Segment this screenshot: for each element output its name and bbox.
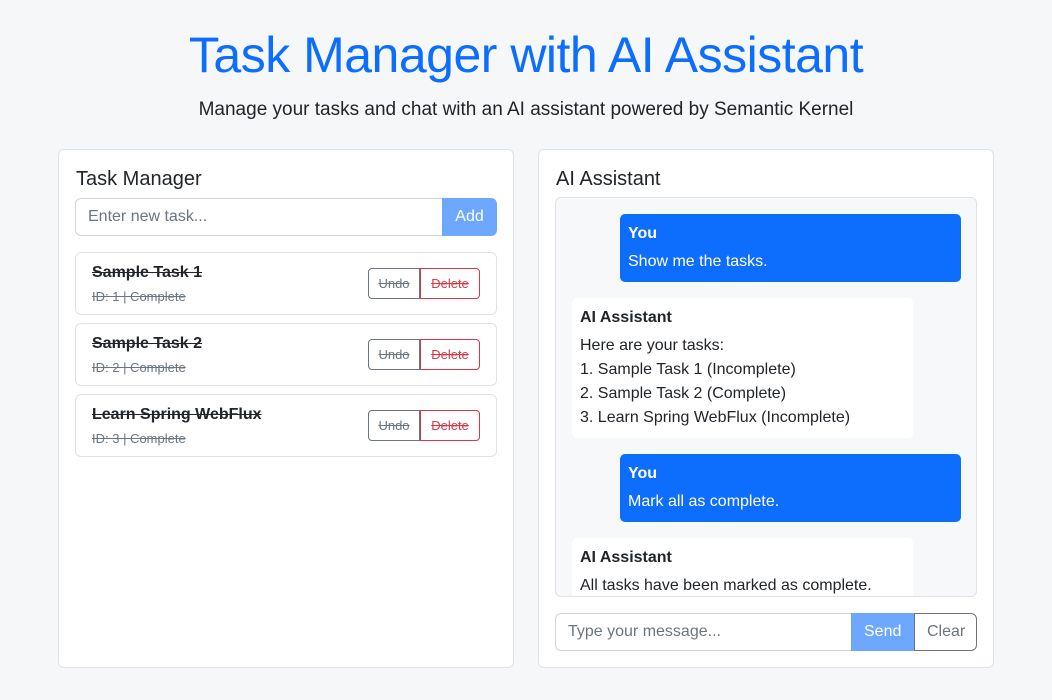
message-text: 1. Sample Task 1 (Incomplete) [580, 361, 796, 378]
undo-button[interactable]: Undo [368, 268, 420, 299]
message-sender: AI Assistant [580, 309, 672, 326]
chat-input-group: Send Clear [555, 613, 977, 651]
undo-button[interactable]: Undo [368, 339, 420, 370]
add-task-button[interactable]: Add [442, 198, 497, 236]
ai-assistant-card: AI Assistant You Show me the tasks. AI A… [538, 149, 994, 668]
message-sender: You [628, 225, 658, 242]
message-sender: AI Assistant [580, 549, 672, 566]
chat-message-user: You Mark all as complete. [620, 454, 961, 522]
task-meta: ID: 3 | Complete [92, 431, 186, 446]
task-actions: Undo Delete [368, 339, 480, 370]
task-actions: Undo Delete [368, 268, 480, 299]
send-button[interactable]: Send [851, 613, 914, 651]
clear-button[interactable]: Clear [914, 613, 977, 651]
message-sender: You [628, 465, 658, 482]
message-text: All tasks have been marked as complete. [580, 577, 872, 594]
message-text: Here are your tasks: [580, 337, 725, 354]
chat-message-input[interactable] [555, 613, 851, 651]
task-name: Sample Task 2 [92, 335, 202, 352]
ai-assistant-title: AI Assistant [556, 168, 661, 190]
task-item: Sample Task 1 ID: 1 | Complete Undo Dele… [75, 252, 497, 315]
message-text: Mark all as complete. [628, 493, 780, 510]
chat-messages[interactable]: You Show me the tasks. AI Assistant Here… [555, 197, 977, 597]
task-item: Learn Spring WebFlux ID: 3 | Complete Un… [75, 394, 497, 457]
chat-message-ai: AI Assistant Here are your tasks: 1. Sam… [572, 298, 913, 438]
task-meta: ID: 1 | Complete [92, 289, 186, 304]
task-manager-title: Task Manager [76, 168, 202, 190]
delete-button[interactable]: Delete [420, 339, 480, 370]
chat-message-ai: AI Assistant All tasks have been marked … [572, 538, 913, 596]
task-input-group: Add [75, 198, 497, 236]
task-item: Sample Task 2 ID: 2 | Complete Undo Dele… [75, 323, 497, 386]
task-name: Learn Spring WebFlux [92, 406, 262, 423]
undo-button[interactable]: Undo [368, 410, 420, 441]
task-meta: ID: 2 | Complete [92, 360, 186, 375]
page-subtitle: Manage your tasks and chat with an AI as… [198, 99, 854, 120]
message-text: 2. Sample Task 2 (Complete) [580, 385, 787, 402]
new-task-input[interactable] [75, 198, 442, 236]
task-manager-card: Task Manager Add Sample Task 1 ID: 1 | C… [58, 149, 514, 668]
task-actions: Undo Delete [368, 410, 480, 441]
chat-message-user: You Show me the tasks. [620, 214, 961, 282]
message-text: Show me the tasks. [628, 253, 768, 270]
delete-button[interactable]: Delete [420, 268, 480, 299]
page-title: Task Manager with AI Assistant [188, 27, 864, 83]
task-name: Sample Task 1 [92, 264, 202, 281]
message-text: 3. Learn Spring WebFlux (Incomplete) [580, 409, 851, 426]
delete-button[interactable]: Delete [420, 410, 480, 441]
